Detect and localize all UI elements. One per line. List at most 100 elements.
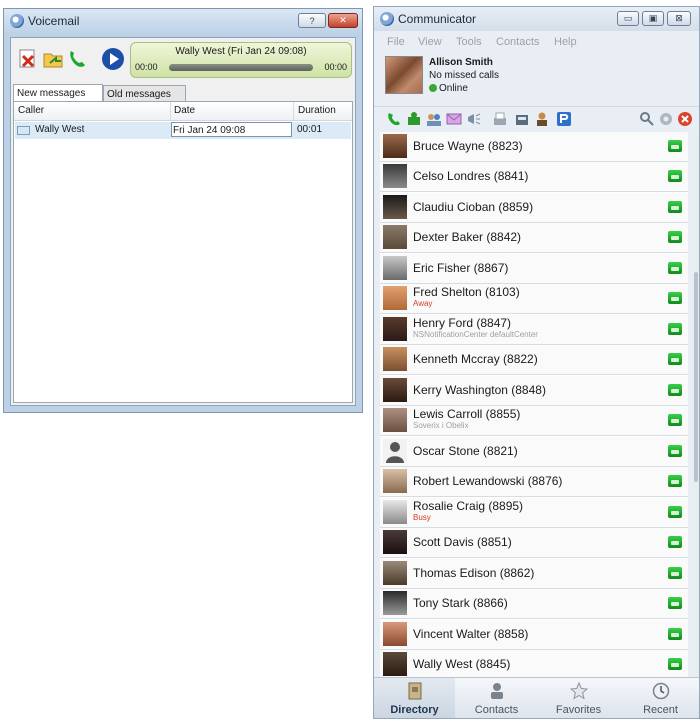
contact-list-scrollbar[interactable]	[693, 132, 699, 680]
menu-file[interactable]: File	[387, 36, 405, 48]
missed-calls-status: No missed calls	[429, 70, 500, 81]
column-date[interactable]: Date	[174, 105, 195, 116]
list-item[interactable]: Kerry Washington (8848)	[380, 376, 688, 406]
gear-icon[interactable]	[658, 111, 674, 127]
tab-favorites[interactable]: Favorites	[538, 678, 619, 718]
close-button[interactable]: ✕	[328, 13, 358, 28]
voicemail-window: Voicemail ? ✕ Wally West (Fri Jan 24 09:…	[3, 8, 363, 413]
table-row[interactable]: Wally West Fri Jan 24 09:08 00:01	[15, 122, 351, 139]
transfer-call-icon[interactable]	[406, 111, 422, 127]
menu-view[interactable]: View	[418, 36, 442, 48]
list-item[interactable]: Vincent Walter (8858)	[380, 620, 688, 650]
phone-icon[interactable]	[668, 475, 682, 487]
maximize-button[interactable]: ▣	[642, 11, 664, 26]
voicemail-titlebar[interactable]: Voicemail ? ✕	[4, 9, 362, 33]
phone-icon[interactable]	[668, 262, 682, 274]
avatar	[383, 378, 407, 402]
phone-icon[interactable]	[668, 445, 682, 457]
call-back-icon[interactable]	[66, 48, 88, 70]
search-icon[interactable]	[639, 111, 655, 127]
fax-icon[interactable]	[492, 111, 508, 127]
list-item[interactable]: Robert Lewandowski (8876)	[380, 467, 688, 497]
email-icon[interactable]	[446, 111, 462, 127]
list-item[interactable]: Oscar Stone (8821)	[380, 437, 688, 467]
operator-icon[interactable]	[534, 111, 550, 127]
conference-icon[interactable]	[426, 111, 442, 127]
phone-icon[interactable]	[668, 658, 682, 670]
phone-icon[interactable]	[668, 170, 682, 182]
phone-icon[interactable]	[668, 201, 682, 213]
tab-label: Directory	[390, 704, 439, 716]
forward-message-icon[interactable]	[42, 48, 64, 70]
presence-status[interactable]: Online	[439, 83, 468, 94]
column-caller[interactable]: Caller	[18, 105, 44, 116]
list-item[interactable]: Scott Davis (8851)	[380, 528, 688, 558]
menu-tools[interactable]: Tools	[456, 36, 482, 48]
communicator-titlebar[interactable]: Communicator ▭ ▣ ⊠	[374, 7, 699, 31]
list-item[interactable]: Dexter Baker (8842)	[380, 223, 688, 253]
phone-icon[interactable]	[668, 353, 682, 365]
menu-help[interactable]: Help	[554, 36, 577, 48]
list-item[interactable]: Lewis Carroll (8855) Soverix i Obelix	[380, 406, 688, 436]
phone-icon[interactable]	[668, 140, 682, 152]
list-item[interactable]: Celso Londres (8841)	[380, 162, 688, 192]
voicemail-icon[interactable]	[514, 111, 530, 127]
phone-icon[interactable]	[668, 231, 682, 243]
phone-icon[interactable]	[668, 323, 682, 335]
phone-icon[interactable]	[668, 414, 682, 426]
tab-old-messages[interactable]: Old messages (0)	[103, 85, 186, 117]
column-divider[interactable]	[293, 102, 294, 120]
tab-contacts[interactable]: Contacts	[456, 678, 537, 718]
contact-name: Oscar Stone (8821)	[413, 444, 518, 458]
phone-icon[interactable]	[668, 628, 682, 640]
close-icon[interactable]	[677, 111, 693, 127]
voicemail-toolbar: Wally West (Fri Jan 24 09:08) 00:00 00:0…	[11, 38, 355, 82]
status-message: Soverix i Obelix	[413, 421, 469, 430]
phone-icon[interactable]	[668, 384, 682, 396]
phone-icon[interactable]	[668, 292, 682, 304]
minimize-button[interactable]: ▭	[617, 11, 639, 26]
list-item[interactable]: Wally West (8845)	[380, 650, 688, 680]
tab-recent[interactable]: Recent	[620, 678, 700, 718]
column-divider[interactable]	[170, 102, 171, 120]
list-item[interactable]: Bruce Wayne (8823)	[380, 132, 688, 162]
avatar	[383, 408, 407, 432]
list-item[interactable]: Henry Ford (8847) NSNotificationCenter d…	[380, 315, 688, 345]
avatar	[383, 530, 407, 554]
tab-label: Contacts	[474, 704, 519, 716]
call-icon[interactable]	[386, 111, 402, 127]
playback-slider[interactable]	[169, 64, 313, 71]
phone-icon[interactable]	[668, 506, 682, 518]
status-message: NSNotificationCenter defaultCenter	[413, 330, 538, 339]
message-envelope-icon	[17, 126, 30, 135]
phone-icon[interactable]	[668, 567, 682, 579]
menu-contacts[interactable]: Contacts	[496, 36, 539, 48]
column-duration[interactable]: Duration	[298, 105, 336, 116]
list-item[interactable]: Tony Stark (8866)	[380, 589, 688, 619]
help-button[interactable]: ?	[298, 13, 326, 28]
phone-icon[interactable]	[668, 536, 682, 548]
phone-icon[interactable]	[668, 597, 682, 609]
list-item[interactable]: Claudiu Cioban (8859)	[380, 193, 688, 223]
clock-icon	[652, 682, 670, 700]
list-item[interactable]: Thomas Edison (8862)	[380, 559, 688, 589]
close-button[interactable]: ⊠	[667, 11, 691, 26]
avatar	[383, 317, 407, 341]
tab-directory[interactable]: Directory	[374, 678, 455, 718]
avatar	[383, 225, 407, 249]
paging-icon[interactable]	[466, 111, 482, 127]
online-status-icon	[429, 84, 437, 92]
avatar[interactable]	[385, 56, 423, 94]
park-icon[interactable]	[556, 111, 572, 127]
tab-label: Recent	[643, 704, 678, 716]
scrollbar-thumb[interactable]	[694, 272, 698, 482]
list-item[interactable]: Eric Fisher (8867)	[380, 254, 688, 284]
window-title: Communicator	[398, 12, 477, 26]
list-item[interactable]: Rosalie Craig (8895) Busy	[380, 498, 688, 528]
tab-new-messages[interactable]: New messages (1)	[13, 84, 103, 116]
list-item[interactable]: Fred Shelton (8103) Away	[380, 284, 688, 314]
status-busy: Busy	[413, 513, 431, 522]
play-icon[interactable]	[101, 47, 125, 71]
delete-message-icon[interactable]	[17, 48, 39, 70]
list-item[interactable]: Kenneth Mccray (8822)	[380, 345, 688, 375]
